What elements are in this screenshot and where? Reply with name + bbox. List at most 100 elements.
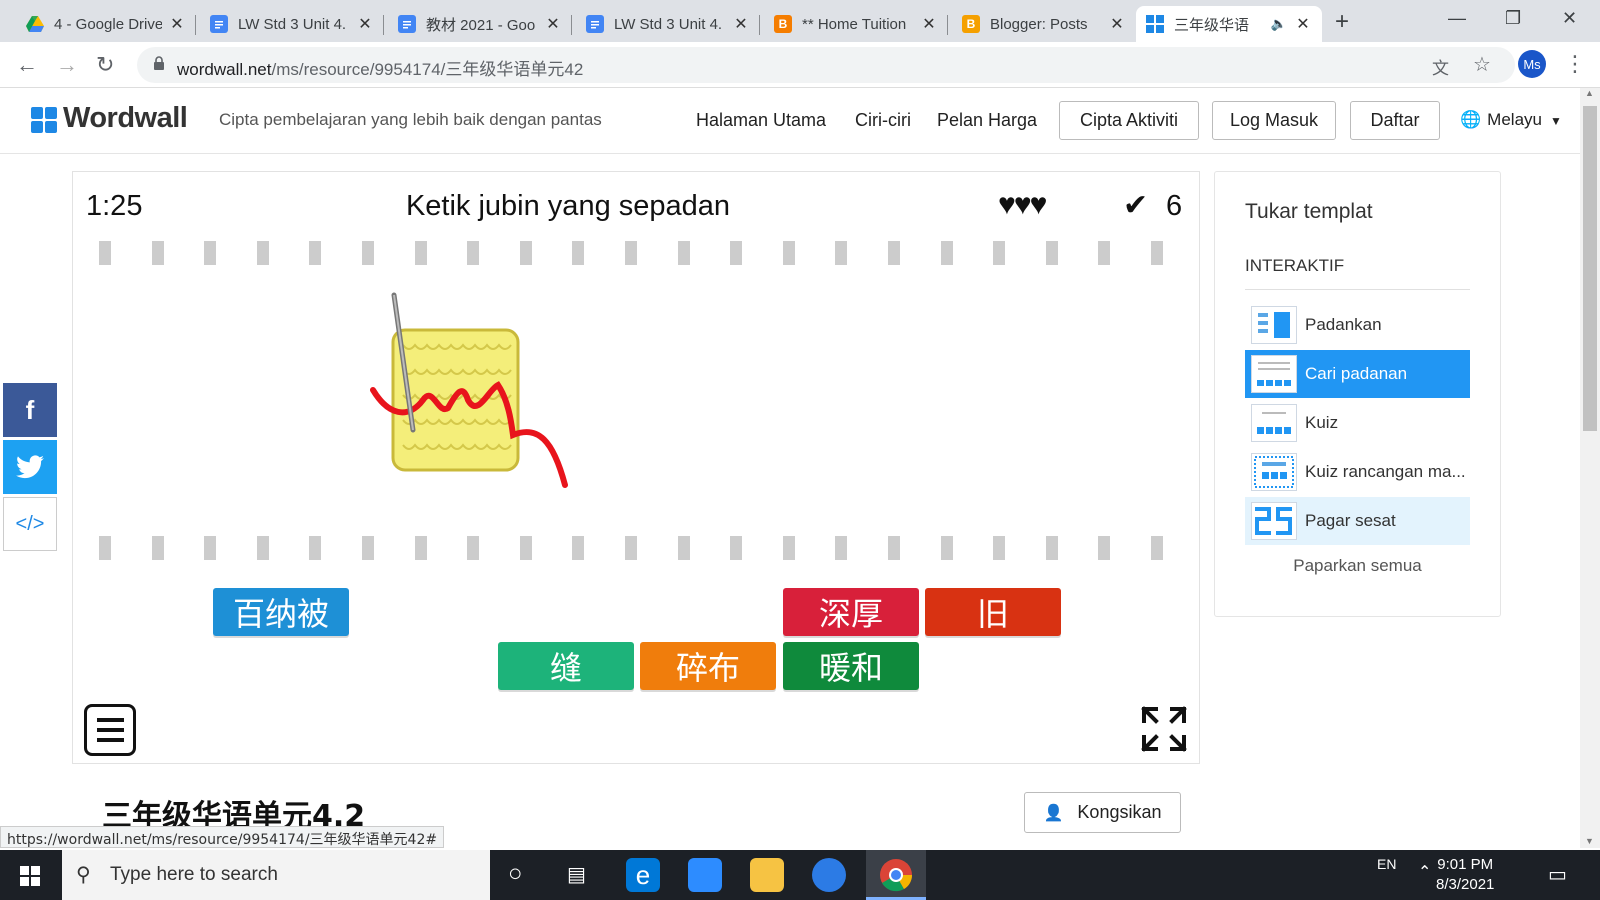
track-dash: [204, 241, 217, 265]
track-dash: [414, 536, 427, 560]
hamburger-menu-icon[interactable]: [84, 704, 136, 756]
forward-arrow-icon[interactable]: →: [56, 52, 78, 78]
close-icon[interactable]: ✕: [1108, 14, 1126, 34]
close-icon[interactable]: ✕: [168, 14, 186, 34]
track-dash: [782, 536, 795, 560]
template-label: Kuiz: [1305, 413, 1339, 432]
tab-doc-1[interactable]: LW Std 3 Unit 4. ✕: [200, 6, 384, 42]
template-gameshow-quiz[interactable]: Kuiz rancangan ma...: [1245, 448, 1470, 496]
template-match-up[interactable]: Padankan: [1245, 301, 1470, 349]
search-placeholder: Type here to search: [110, 864, 278, 885]
template-find-the-match[interactable]: Cari padanan: [1245, 350, 1470, 398]
twitter-share-button[interactable]: [3, 440, 57, 494]
site-logo[interactable]: Wordwall: [63, 102, 188, 135]
chevron-up-icon[interactable]: ⌃: [1418, 862, 1431, 882]
blogger-icon: B: [962, 15, 980, 33]
signup-button[interactable]: Daftar: [1350, 101, 1440, 140]
nav-pricing[interactable]: Pelan Harga: [937, 110, 1037, 131]
track-dash: [625, 241, 637, 265]
more-menu-icon[interactable]: ⋮: [1564, 51, 1586, 77]
answer-tile[interactable]: 碎布: [640, 642, 776, 690]
file-explorer-icon[interactable]: [750, 858, 784, 892]
close-icon[interactable]: ✕: [920, 14, 938, 34]
tab-doc-2[interactable]: 教材 2021 - Goo ✕: [388, 6, 572, 42]
answer-tile[interactable]: 旧: [925, 588, 1061, 636]
windows-start-icon[interactable]: [20, 866, 40, 886]
tab-blogger-posts[interactable]: B Blogger: Posts ✕: [952, 6, 1136, 42]
checkmark-icon: ✔: [1123, 189, 1149, 222]
close-icon[interactable]: ✕: [732, 14, 750, 34]
template-label: Padankan: [1305, 315, 1382, 334]
answer-tile[interactable]: 暖和: [783, 642, 919, 690]
tab-google-drive[interactable]: 4 - Google Drive ✕: [16, 6, 196, 42]
minimize-icon[interactable]: —: [1448, 8, 1466, 29]
track-dash: [1098, 241, 1111, 265]
media-player-icon[interactable]: [812, 858, 846, 892]
track-dash: [835, 536, 848, 560]
restore-icon[interactable]: ❐: [1505, 8, 1521, 29]
close-icon[interactable]: ✕: [544, 14, 562, 34]
scroll-down-icon[interactable]: ▼: [1585, 836, 1594, 846]
embed-code-button[interactable]: </>: [3, 497, 57, 551]
google-docs-icon: [210, 15, 228, 33]
speaker-icon[interactable]: 🔈: [1270, 16, 1288, 32]
nav-features[interactable]: Ciri-ciri: [855, 110, 911, 131]
template-maze-chase[interactable]: Pagar sesat: [1245, 497, 1470, 545]
back-arrow-icon[interactable]: ←: [16, 52, 38, 78]
track-dash: [519, 241, 532, 265]
scroll-up-icon[interactable]: ▲: [1585, 88, 1594, 98]
taskbar-search-box[interactable]: ⚲ Type here to search: [62, 850, 490, 900]
login-button[interactable]: Log Masuk: [1212, 101, 1336, 140]
nav-home[interactable]: Halaman Utama: [696, 110, 826, 131]
task-view-icon[interactable]: ▤: [567, 862, 586, 887]
edge-browser-icon[interactable]: e: [626, 858, 660, 892]
track-dash: [362, 241, 374, 265]
tab-doc-3[interactable]: LW Std 3 Unit 4. ✕: [576, 6, 760, 42]
url-text: wordwall.net/ms/resource/9954174/三年级华语单元…: [177, 55, 583, 80]
page-scrollbar[interactable]: ▲ ▼: [1580, 88, 1600, 848]
language-selector[interactable]: 🌐 Melayu ▼: [1460, 110, 1562, 130]
address-bar[interactable]: wordwall.net/ms/resource/9954174/三年级华语单元…: [137, 47, 1515, 83]
answer-tile[interactable]: 缝: [498, 642, 634, 690]
taskbar-clock[interactable]: 9:01 PM 8/3/2021: [1436, 855, 1494, 895]
new-tab-icon[interactable]: +: [1335, 8, 1349, 36]
answer-tile[interactable]: 深厚: [783, 588, 919, 636]
zoom-icon[interactable]: [688, 858, 722, 892]
notification-icon[interactable]: ▭: [1548, 862, 1567, 887]
bookmark-star-icon[interactable]: ☆: [1473, 52, 1491, 77]
track-dash: [993, 536, 1006, 560]
google-docs-icon: [586, 15, 604, 33]
cortana-icon[interactable]: ○: [508, 860, 523, 888]
answer-tile[interactable]: 百纳被: [213, 588, 349, 636]
scrollbar-thumb[interactable]: [1583, 106, 1597, 431]
share-label: Kongsikan: [1077, 802, 1162, 822]
facebook-share-button[interactable]: f: [3, 383, 57, 437]
url-host: wordwall.net: [177, 60, 272, 79]
tab-home-tuition[interactable]: B ** Home Tuition ✕: [764, 6, 948, 42]
track-dash: [993, 241, 1006, 265]
template-quiz[interactable]: Kuiz: [1245, 399, 1470, 447]
profile-avatar[interactable]: Ms: [1518, 50, 1546, 78]
translate-icon[interactable]: 文: [1432, 54, 1449, 79]
game-score: 6: [1166, 190, 1183, 222]
reload-icon[interactable]: ↻: [96, 52, 114, 78]
show-all-templates-link[interactable]: Paparkan semua: [1245, 556, 1470, 576]
tab-wordwall-active[interactable]: 三年级华语 🔈 ✕: [1136, 6, 1322, 42]
wordwall-logo-icon[interactable]: [31, 107, 57, 133]
create-activity-button[interactable]: Cipta Aktiviti: [1059, 101, 1199, 140]
track-dash: [1045, 536, 1058, 560]
track-dash: [677, 241, 690, 265]
close-icon[interactable]: ✕: [356, 14, 374, 34]
window-close-icon[interactable]: ✕: [1562, 8, 1577, 29]
track-dash: [888, 241, 900, 265]
share-button[interactable]: 👤 Kongsikan: [1024, 792, 1181, 833]
clock-time: 9:01 PM: [1437, 856, 1494, 873]
tab-title: 4 - Google Drive: [54, 15, 162, 33]
fullscreen-icon[interactable]: [1140, 705, 1188, 753]
input-language[interactable]: EN: [1377, 856, 1396, 872]
windows-taskbar: ⚲ Type here to search ○ ▤ e EN ⌃ 9:01 PM…: [0, 850, 1600, 900]
game-panel: 1:25 Ketik jubin yang sepadan ♥♥♥ ✔ 6 百纳…: [72, 171, 1200, 764]
close-icon[interactable]: ✕: [1294, 14, 1312, 34]
track-dash: [888, 536, 900, 560]
chrome-taskbar-button[interactable]: [866, 850, 926, 900]
